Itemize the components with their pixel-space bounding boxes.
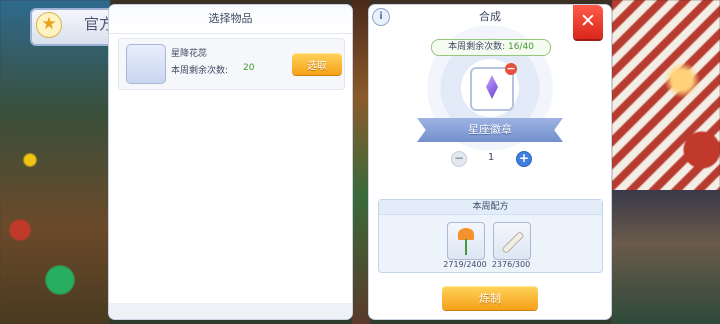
item-name: 星降花蕊	[171, 49, 208, 59]
weekly-remaining-label: 本周剩余次数:	[448, 42, 506, 52]
star-icon: ★	[36, 12, 62, 38]
select-panel-title: 选择物品	[109, 5, 352, 34]
craft-panel: 合成 i ✕ 本周剩余次数: 16/40 − 星座徽章 − 1 + 本周配方 2…	[369, 5, 611, 319]
recipe-box: 本周配方 2719/2400 2376/300	[378, 199, 603, 273]
refine-button[interactable]: 炼制	[442, 286, 538, 310]
item-remain-value: 20	[243, 63, 255, 73]
quantity-decrease-button[interactable]: −	[451, 151, 467, 167]
panel-footer	[109, 303, 352, 319]
quantity-increase-button[interactable]: +	[516, 151, 532, 167]
weekly-remaining-value: 16/40	[507, 42, 534, 52]
material-slot-bone[interactable]	[493, 222, 531, 260]
flower-crystal-icon	[126, 44, 166, 84]
remove-icon[interactable]: −	[505, 63, 517, 75]
item-card[interactable]: 星降花蕊 本周剩余次数: 20 选取	[118, 38, 345, 90]
material-slot-flower[interactable]	[447, 222, 485, 260]
quantity-value: 1	[487, 152, 495, 163]
close-button[interactable]: ✕	[573, 5, 603, 39]
game-scene-left	[0, 0, 110, 324]
select-item-panel: 选择物品 星降花蕊 本周剩余次数: 20 选取	[109, 5, 352, 319]
recipe-title: 本周配方	[379, 200, 602, 215]
select-button[interactable]: 选取	[292, 53, 342, 75]
material-count: 2719/2400	[443, 260, 487, 269]
target-item-name: 星座徽章	[417, 118, 563, 142]
gem-icon	[486, 75, 498, 99]
game-scene-middle	[352, 0, 370, 324]
bone-icon	[501, 230, 525, 255]
weekly-remaining-badge: 本周剩余次数: 16/40	[431, 39, 551, 56]
flower-stem	[465, 239, 467, 255]
item-remain-label: 本周剩余次数:	[171, 66, 229, 76]
material-count: 2376/300	[491, 260, 531, 269]
game-scene-right-lower	[612, 190, 720, 324]
info-icon[interactable]: i	[372, 8, 390, 26]
